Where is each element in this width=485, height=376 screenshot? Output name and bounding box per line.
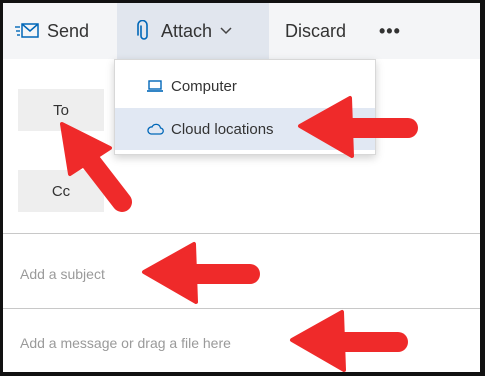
send-label: Send bbox=[47, 20, 90, 41]
subject-input[interactable]: Add a subject bbox=[20, 266, 105, 282]
compose-toolbar: Send Attach Discard ••• bbox=[3, 3, 480, 59]
attach-label: Attach bbox=[161, 20, 213, 41]
paperclip-icon bbox=[137, 20, 148, 40]
menu-item-label: Computer bbox=[171, 77, 237, 95]
menu-item-computer[interactable]: Computer bbox=[115, 65, 375, 107]
body-divider bbox=[3, 308, 480, 309]
more-options-button[interactable]: ••• bbox=[379, 3, 401, 59]
subject-divider bbox=[3, 233, 480, 234]
attach-dropdown-menu: Computer Cloud locations bbox=[114, 59, 376, 155]
send-icon bbox=[15, 23, 39, 38]
menu-item-cloud-locations[interactable]: Cloud locations bbox=[115, 108, 375, 150]
attach-button[interactable]: Attach bbox=[117, 3, 269, 59]
send-button[interactable]: Send bbox=[15, 3, 89, 59]
menu-item-label: Cloud locations bbox=[171, 120, 274, 138]
laptop-icon bbox=[147, 80, 163, 92]
more-icon: ••• bbox=[379, 20, 401, 41]
cloud-icon bbox=[147, 123, 164, 135]
cc-label: Cc bbox=[51, 182, 71, 200]
to-button[interactable]: To bbox=[18, 89, 104, 131]
discard-button[interactable]: Discard bbox=[285, 3, 346, 59]
subject-placeholder: Add a subject bbox=[20, 266, 105, 282]
body-placeholder: Add a message or drag a file here bbox=[20, 335, 231, 351]
chevron-down-icon bbox=[220, 27, 232, 35]
discard-label: Discard bbox=[285, 20, 347, 41]
message-body-input[interactable]: Add a message or drag a file here bbox=[20, 335, 231, 351]
to-label: To bbox=[53, 101, 69, 119]
cc-button[interactable]: Cc bbox=[18, 170, 104, 212]
